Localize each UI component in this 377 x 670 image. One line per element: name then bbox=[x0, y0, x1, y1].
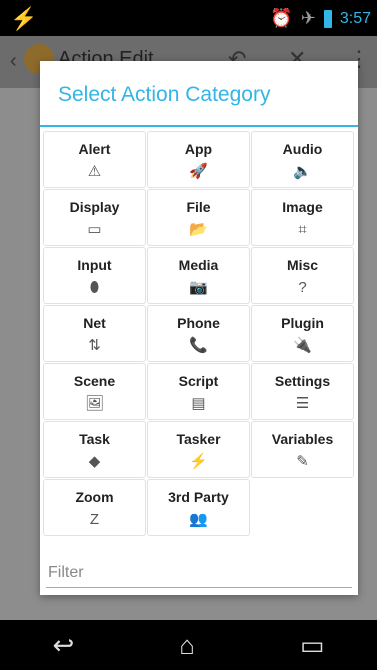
recent-apps-icon[interactable]: ▭ bbox=[300, 630, 325, 661]
category-label: Scene bbox=[73, 373, 116, 389]
phone-icon: 📞 bbox=[189, 337, 208, 354]
category-tasker[interactable]: Tasker ⚡ bbox=[147, 421, 250, 478]
category-misc[interactable]: Misc? bbox=[251, 247, 354, 304]
category-net[interactable]: Net ⇅ bbox=[43, 305, 146, 362]
document-icon: ▤ bbox=[191, 395, 206, 412]
category-label: Variables bbox=[271, 431, 334, 447]
network-arrows-icon: ⇅ bbox=[88, 337, 101, 354]
picture-icon: 🖼 bbox=[84, 395, 105, 412]
category-grid: Alert ⚠ App 🚀 Audio 🔈 Display ▭ File 📂 Image ⌗… bbox=[43, 131, 355, 536]
category-display[interactable]: Display ▭ bbox=[43, 189, 146, 246]
diamond-icon: ◆ bbox=[88, 453, 101, 470]
back-caret-icon[interactable]: ‹ bbox=[10, 50, 17, 73]
category-label: Task bbox=[79, 431, 110, 447]
crop-icon: ⌗ bbox=[298, 221, 307, 238]
category-3rd-party[interactable]: 3rd Party 👥 bbox=[147, 479, 250, 536]
category-label: Alert bbox=[78, 141, 111, 157]
question-icon: ? bbox=[298, 279, 307, 296]
category-input[interactable]: Input ⬮ bbox=[43, 247, 146, 304]
category-plugin[interactable]: Plugin 🔌 bbox=[251, 305, 354, 362]
category-variables[interactable]: Variables ✎ bbox=[251, 421, 354, 478]
category-app[interactable]: App 🚀 bbox=[147, 131, 250, 188]
category-label: Display bbox=[69, 199, 120, 215]
category-label: Audio bbox=[282, 141, 323, 157]
category-label: Phone bbox=[177, 315, 220, 331]
category-label: Tasker bbox=[176, 431, 221, 447]
category-label: Script bbox=[178, 373, 219, 389]
pencil-icon: ✎ bbox=[296, 453, 309, 470]
zoom-icon: Z bbox=[89, 511, 100, 528]
airplane-icon: ✈ bbox=[300, 8, 316, 28]
speaker-icon: 🔈 bbox=[293, 163, 312, 180]
clock-text: 3:57 bbox=[339, 9, 371, 27]
flash-icon: ⚡ bbox=[10, 6, 38, 31]
rocket-icon: 🚀 bbox=[189, 163, 208, 180]
category-label: Zoom bbox=[75, 489, 114, 505]
category-label: Input bbox=[77, 257, 112, 273]
category-file[interactable]: File 📂 bbox=[147, 189, 250, 246]
battery-icon bbox=[323, 9, 332, 28]
category-script[interactable]: Script ▤ bbox=[147, 363, 250, 420]
category-scene[interactable]: Scene 🖼 bbox=[43, 363, 146, 420]
users-icon: 👥 bbox=[189, 511, 208, 528]
category-label: File bbox=[186, 199, 211, 215]
category-media[interactable]: Media 📷 bbox=[147, 247, 250, 304]
category-task[interactable]: Task ◆ bbox=[43, 421, 146, 478]
category-audio[interactable]: Audio 🔈 bbox=[251, 131, 354, 188]
category-label: Plugin bbox=[281, 315, 324, 331]
select-action-category-dialog: Select Action Category Alert ⚠ App 🚀 Audio… bbox=[40, 61, 358, 595]
lightning-icon: ⚡ bbox=[189, 453, 208, 470]
alert-icon: ⚠ bbox=[87, 163, 102, 180]
monitor-icon: ▭ bbox=[87, 221, 102, 238]
title-divider bbox=[40, 125, 358, 127]
filter-field[interactable] bbox=[46, 559, 356, 588]
category-label: 3rd Party bbox=[168, 489, 229, 505]
alarm-icon: ⏰ bbox=[270, 8, 293, 28]
category-phone[interactable]: Phone 📞 bbox=[147, 305, 250, 362]
category-image[interactable]: Image ⌗ bbox=[251, 189, 354, 246]
category-alert[interactable]: Alert ⚠ bbox=[43, 131, 146, 188]
camera-icon: 📷 bbox=[189, 279, 208, 296]
home-icon[interactable]: ⌂ bbox=[179, 630, 195, 661]
folder-icon: 📂 bbox=[189, 221, 208, 238]
navigation-bar: ↩ ⌂ ▭ bbox=[0, 620, 377, 670]
category-label: Misc bbox=[286, 257, 319, 273]
dialog-title: Select Action Category bbox=[58, 83, 271, 106]
category-label: Image bbox=[282, 199, 323, 215]
category-label: App bbox=[184, 141, 213, 157]
mouse-icon: ⬮ bbox=[89, 279, 100, 296]
category-zoom[interactable]: Zoom Z bbox=[43, 479, 146, 536]
category-settings[interactable]: Settings ☰ bbox=[251, 363, 354, 420]
status-icons: ⏰ ✈ 3:57 bbox=[270, 8, 371, 29]
category-label: Media bbox=[178, 257, 219, 273]
sliders-icon: ☰ bbox=[295, 395, 310, 412]
plug-icon: 🔌 bbox=[293, 337, 312, 354]
filter-input[interactable] bbox=[46, 559, 356, 587]
category-label: Net bbox=[83, 315, 106, 331]
category-label: Settings bbox=[274, 373, 331, 389]
back-icon[interactable]: ↩ bbox=[52, 630, 74, 661]
status-bar: ⚡ ⏰ ✈ 3:57 bbox=[0, 0, 377, 36]
